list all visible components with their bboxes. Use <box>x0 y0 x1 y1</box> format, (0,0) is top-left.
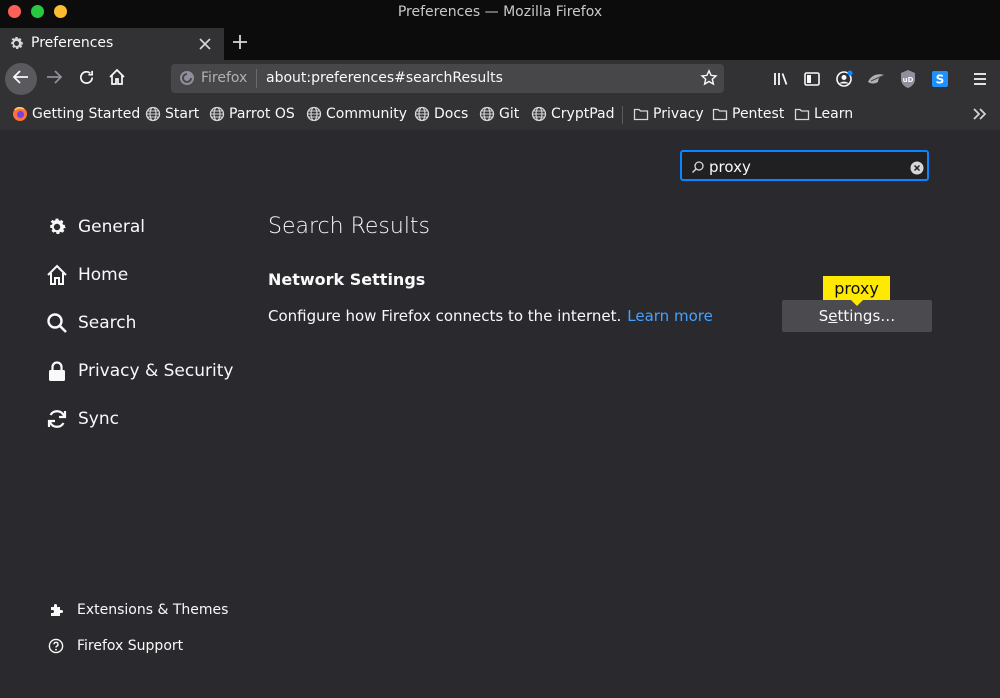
bookmarks-toolbar: Getting Started Start Parrot OS Communit… <box>0 98 1000 130</box>
category-home[interactable]: Home <box>45 260 128 290</box>
lock-icon <box>45 359 69 383</box>
network-settings-description: Configure how Firefox connects to the in… <box>268 307 713 325</box>
search-icon <box>45 311 69 335</box>
hamburger-menu-icon[interactable] <box>970 69 990 89</box>
extension-s-icon[interactable]: S <box>930 69 950 89</box>
svg-text:uD: uD <box>903 76 914 84</box>
url-divider <box>256 69 257 88</box>
back-button[interactable] <box>5 63 37 95</box>
category-general[interactable]: General <box>45 212 145 242</box>
home-button[interactable] <box>103 65 131 93</box>
category-privacy-security[interactable]: Privacy & Security <box>45 356 233 386</box>
category-label: Privacy & Security <box>78 361 234 381</box>
firefox-support-link[interactable]: Firefox Support <box>47 637 183 654</box>
tab-label: Preferences <box>31 35 114 51</box>
bookmark-star-icon[interactable] <box>700 69 718 87</box>
search-icon <box>691 159 705 173</box>
bookmark-start[interactable]: Start <box>145 106 199 122</box>
arrow-right-icon <box>45 68 63 90</box>
footer-link-label: Extensions & Themes <box>77 601 229 618</box>
bookmark-folder-learn[interactable]: Learn <box>794 106 853 122</box>
extension-bird-icon[interactable] <box>866 69 886 89</box>
preferences-search-input[interactable]: proxy <box>680 150 929 181</box>
library-icon[interactable] <box>771 69 791 89</box>
bookmark-label: Community <box>326 106 408 122</box>
search-highlight-arrow <box>851 300 863 306</box>
clear-search-icon[interactable] <box>910 160 924 175</box>
bookmark-folder-privacy[interactable]: Privacy <box>633 106 704 122</box>
gear-icon <box>8 35 25 52</box>
category-label: General <box>78 217 145 237</box>
folder-icon <box>794 108 810 121</box>
bookmark-label: Parrot OS <box>229 106 295 122</box>
extensions-themes-link[interactable]: Extensions & Themes <box>47 601 228 618</box>
sync-icon <box>45 407 69 431</box>
learn-more-link[interactable]: Learn more <box>627 307 713 325</box>
bookmarks-separator <box>622 106 623 124</box>
globe-icon <box>531 106 547 122</box>
bookmark-label: Learn <box>814 106 854 122</box>
account-icon[interactable] <box>834 69 854 89</box>
folder-icon <box>712 108 728 121</box>
bookmark-community[interactable]: Community <box>306 106 407 122</box>
category-label: Sync <box>78 409 119 429</box>
network-description-text: Configure how Firefox connects to the in… <box>268 307 622 325</box>
url-bar[interactable]: Firefox about:preferences#searchResults <box>171 64 724 93</box>
help-icon <box>47 637 64 654</box>
footer-link-label: Firefox Support <box>77 637 184 654</box>
settings-button-label: Settings… <box>818 307 896 325</box>
bookmark-docs[interactable]: Docs <box>414 106 468 122</box>
new-tab-icon[interactable] <box>231 33 249 51</box>
firefox-identity-icon <box>179 70 195 86</box>
puzzle-icon <box>47 601 64 618</box>
bookmark-label: Docs <box>434 106 469 122</box>
search-results-title: Search Results <box>268 214 431 239</box>
window-title: Preferences — Mozilla Firefox <box>397 4 603 20</box>
forward-button[interactable] <box>40 65 68 93</box>
globe-icon <box>414 106 430 122</box>
window-titlebar: Preferences — Mozilla Firefox <box>0 0 1000 24</box>
globe-icon <box>306 106 322 122</box>
bookmark-label: Privacy <box>653 106 704 122</box>
category-sync[interactable]: Sync <box>45 404 119 434</box>
bookmark-cryptpad[interactable]: CryptPad <box>531 106 614 122</box>
bookmark-label: Getting Started <box>32 106 141 122</box>
globe-icon <box>479 106 495 122</box>
home-icon <box>108 68 126 90</box>
category-search[interactable]: Search <box>45 308 136 338</box>
arrow-left-icon <box>12 68 30 90</box>
tab-strip: Preferences <box>0 24 1000 60</box>
firefox-icon <box>13 106 27 121</box>
search-highlight-badge: proxy <box>823 276 890 300</box>
gear-icon <box>45 215 69 239</box>
reload-icon <box>78 69 95 90</box>
sidebar-icon[interactable] <box>802 69 822 89</box>
bookmark-label: CryptPad <box>551 106 615 122</box>
bookmark-label: Pentest <box>732 106 785 122</box>
category-label: Home <box>78 265 129 285</box>
bookmark-parrot-os[interactable]: Parrot OS <box>209 106 295 122</box>
category-label: Search <box>78 313 137 333</box>
navigation-toolbar: Firefox about:preferences#searchResults … <box>0 60 1000 98</box>
folder-icon <box>633 108 649 121</box>
tab-preferences[interactable]: Preferences <box>0 28 224 60</box>
bookmark-label: Start <box>165 106 200 122</box>
close-tab-icon[interactable] <box>198 37 212 51</box>
bookmark-getting-started[interactable]: Getting Started <box>12 106 140 122</box>
search-input-value[interactable]: proxy <box>709 158 751 176</box>
chevron-double-right-icon[interactable] <box>971 105 989 123</box>
url-text[interactable]: about:preferences#searchResults <box>266 70 503 86</box>
ublock-origin-icon[interactable]: uD <box>898 69 918 89</box>
url-identity-label: Firefox <box>201 70 248 86</box>
globe-icon <box>209 106 225 122</box>
bookmark-folder-pentest[interactable]: Pentest <box>712 106 784 122</box>
bookmark-label: Git <box>499 106 520 122</box>
network-settings-title: Network Settings <box>268 270 426 289</box>
globe-icon <box>145 106 161 122</box>
svg-text:S: S <box>936 73 945 87</box>
home-icon <box>45 263 69 287</box>
reload-button[interactable] <box>72 65 100 93</box>
bookmark-git[interactable]: Git <box>479 106 519 122</box>
